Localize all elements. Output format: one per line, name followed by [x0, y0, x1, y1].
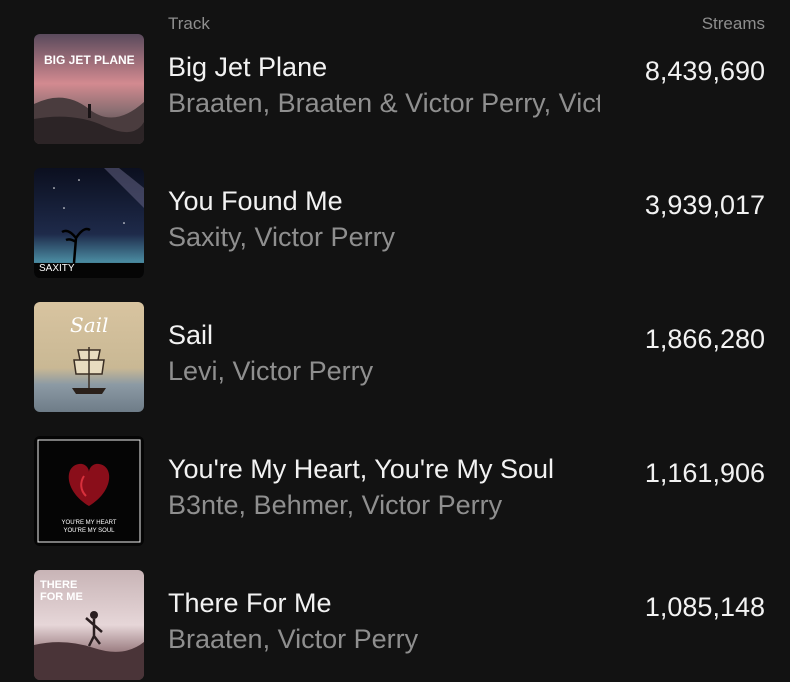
svg-text:YOU'RE MY SOUL: YOU'RE MY SOUL — [63, 528, 115, 534]
stream-count: 8,439,690 — [644, 56, 765, 86]
svg-text:THERE: THERE — [40, 579, 77, 591]
track-artists: Levi, Victor Perry — [168, 356, 374, 386]
track-row[interactable]: Sail Sail Levi, Victor Perry 1,866,280 — [0, 302, 790, 414]
svg-text:BIG JET PLANE: BIG JET PLANE — [44, 53, 135, 67]
track-row[interactable]: THERE FOR ME There For Me Braaten, Victo… — [0, 570, 790, 682]
svg-text:YOU'RE MY HEART: YOU'RE MY HEART — [62, 520, 117, 526]
track-title: Big Jet Plane — [168, 52, 328, 82]
track-artists: Saxity, Victor Perry — [168, 222, 396, 252]
stream-count: 1,085,148 — [644, 592, 765, 622]
svg-text:Sail: Sail — [70, 313, 108, 337]
stream-count: 1,866,280 — [644, 324, 765, 354]
track-row[interactable]: SAXITY You Found Me Saxity, Victor Perry… — [0, 168, 790, 280]
album-art: Sail — [34, 302, 144, 412]
album-art: BIG JET PLANE — [34, 34, 144, 144]
column-header-track: Track — [168, 14, 210, 33]
track-title: There For Me — [168, 588, 332, 618]
track-row[interactable]: YOU'RE MY HEART YOU'RE MY SOUL You're My… — [0, 436, 790, 548]
album-art: YOU'RE MY HEART YOU'RE MY SOUL — [34, 436, 144, 546]
track-artists: B3nte, Behmer, Victor Perry — [168, 490, 503, 520]
track-artists: Braaten, Victor Perry — [168, 624, 419, 654]
stream-count: 1,161,906 — [644, 458, 765, 488]
album-art: SAXITY — [34, 168, 144, 278]
svg-text:FOR ME: FOR ME — [40, 591, 83, 603]
track-row[interactable]: BIG JET PLANE Big Jet Plane Braaten, Bra… — [0, 34, 790, 146]
track-title: You Found Me — [168, 186, 343, 216]
track-title: You're My Heart, You're My Soul — [168, 454, 555, 484]
track-title: Sail — [168, 320, 214, 350]
track-artists: Braaten, Braaten & Victor Perry, Victor … — [168, 88, 600, 118]
album-art: THERE FOR ME — [34, 570, 144, 680]
stream-count: 3,939,017 — [644, 190, 765, 220]
svg-text:SAXITY: SAXITY — [39, 263, 75, 274]
column-header-streams: Streams — [701, 14, 765, 33]
